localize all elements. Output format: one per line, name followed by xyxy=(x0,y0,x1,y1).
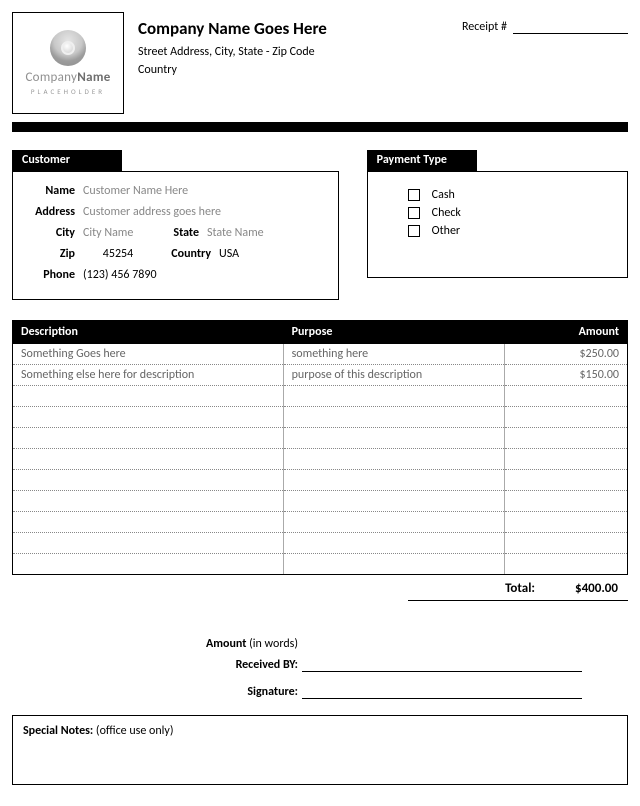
cell-purpose: something here xyxy=(283,344,504,365)
special-notes-label: Special Notes: (office use only) xyxy=(23,724,174,738)
cell-amount xyxy=(504,449,627,470)
signature-block: Amount (in words) Received BY: Signature… xyxy=(12,637,628,699)
cell-amount xyxy=(504,554,627,575)
payment-panel: Payment Type Cash Check Other xyxy=(367,150,628,278)
payment-option-cash[interactable]: Cash xyxy=(408,188,611,202)
cell-description xyxy=(13,491,284,512)
logo-placeholder: CompanyName PLACEHOLDER xyxy=(12,12,124,114)
label-name: Name xyxy=(25,182,75,200)
payment-panel-title: Payment Type xyxy=(367,150,477,171)
cell-purpose xyxy=(283,554,504,575)
table-row xyxy=(13,512,628,533)
table-row xyxy=(13,407,628,428)
cell-purpose: purpose of this description xyxy=(283,365,504,386)
customer-city: City Name xyxy=(83,224,153,242)
col-purpose: Purpose xyxy=(283,321,504,344)
cell-amount xyxy=(504,491,627,512)
table-row: Something else here for descriptionpurpo… xyxy=(13,365,628,386)
customer-state: State Name xyxy=(207,224,264,242)
cell-description xyxy=(13,470,284,491)
checkbox-icon[interactable] xyxy=(408,225,420,237)
label-city: City xyxy=(25,224,75,242)
company-address: Street Address, City, State - Zip Code xyxy=(138,43,448,61)
cell-description: Something else here for description xyxy=(13,365,284,386)
cell-amount xyxy=(504,512,627,533)
receipt-label: Receipt # xyxy=(462,20,507,34)
receipt-number-field[interactable] xyxy=(513,20,628,34)
logo-text-line2: PLACEHOLDER xyxy=(31,87,105,96)
amount-in-words-label: Amount (in words) xyxy=(12,637,302,651)
cell-amount xyxy=(504,407,627,428)
divider-bar xyxy=(12,122,628,132)
table-row: Something Goes heresomething here$250.00 xyxy=(13,344,628,365)
cell-amount: $150.00 xyxy=(504,365,627,386)
cell-purpose xyxy=(283,533,504,554)
label-phone: Phone xyxy=(25,266,75,284)
cell-description xyxy=(13,386,284,407)
total-label: Total: xyxy=(505,581,535,596)
logo-text-line1: CompanyName xyxy=(25,70,110,85)
table-row xyxy=(13,470,628,491)
cell-purpose xyxy=(283,386,504,407)
receipt-number-block: Receipt # xyxy=(462,12,628,34)
customer-panel: Customer Name Customer Name Here Address C… xyxy=(12,150,339,300)
col-amount: Amount xyxy=(504,321,627,344)
payment-option-other[interactable]: Other xyxy=(408,224,611,238)
company-country: Country xyxy=(138,61,448,79)
signature-label: Signature: xyxy=(12,685,302,699)
total-row: Total: $400.00 xyxy=(12,577,628,601)
items-table: Description Purpose Amount Something Goe… xyxy=(12,320,628,575)
cell-description xyxy=(13,512,284,533)
cell-description xyxy=(13,407,284,428)
customer-address: Customer address goes here xyxy=(83,203,221,221)
cell-purpose xyxy=(283,428,504,449)
customer-panel-title: Customer xyxy=(12,150,122,171)
logo-icon xyxy=(50,30,86,66)
cell-purpose xyxy=(283,470,504,491)
label-state: State xyxy=(161,224,199,242)
cell-description xyxy=(13,449,284,470)
company-info: Company Name Goes Here Street Address, C… xyxy=(138,12,448,79)
cell-description xyxy=(13,554,284,575)
customer-phone: (123) 456 7890 xyxy=(83,266,157,284)
company-name: Company Name Goes Here xyxy=(138,18,448,39)
checkbox-icon[interactable] xyxy=(408,189,420,201)
total-value: $400.00 xyxy=(575,581,618,596)
customer-zip: 45254 xyxy=(83,245,153,263)
cell-purpose xyxy=(283,512,504,533)
cell-description xyxy=(13,533,284,554)
cell-description: Something Goes here xyxy=(13,344,284,365)
table-row xyxy=(13,428,628,449)
signature-field[interactable] xyxy=(302,684,582,699)
payment-option-check[interactable]: Check xyxy=(408,206,611,220)
col-description: Description xyxy=(13,321,284,344)
cell-purpose xyxy=(283,491,504,512)
table-row xyxy=(13,554,628,575)
received-by-field[interactable] xyxy=(302,657,582,672)
label-zip: Zip xyxy=(25,245,75,263)
cell-purpose xyxy=(283,407,504,428)
label-address: Address xyxy=(25,203,75,221)
special-notes-box[interactable]: Special Notes: (office use only) xyxy=(12,715,628,785)
cell-amount: $250.00 xyxy=(504,344,627,365)
cell-purpose xyxy=(283,449,504,470)
received-by-label: Received BY: xyxy=(12,658,302,672)
table-row xyxy=(13,386,628,407)
label-country: Country xyxy=(161,245,211,263)
table-row xyxy=(13,491,628,512)
checkbox-icon[interactable] xyxy=(408,207,420,219)
customer-country: USA xyxy=(219,245,239,263)
cell-amount xyxy=(504,470,627,491)
cell-amount xyxy=(504,428,627,449)
cell-description xyxy=(13,428,284,449)
table-row xyxy=(13,533,628,554)
header: CompanyName PLACEHOLDER Company Name Goe… xyxy=(12,12,628,114)
cell-amount xyxy=(504,533,627,554)
cell-amount xyxy=(504,386,627,407)
customer-name: Customer Name Here xyxy=(83,182,188,200)
table-row xyxy=(13,449,628,470)
